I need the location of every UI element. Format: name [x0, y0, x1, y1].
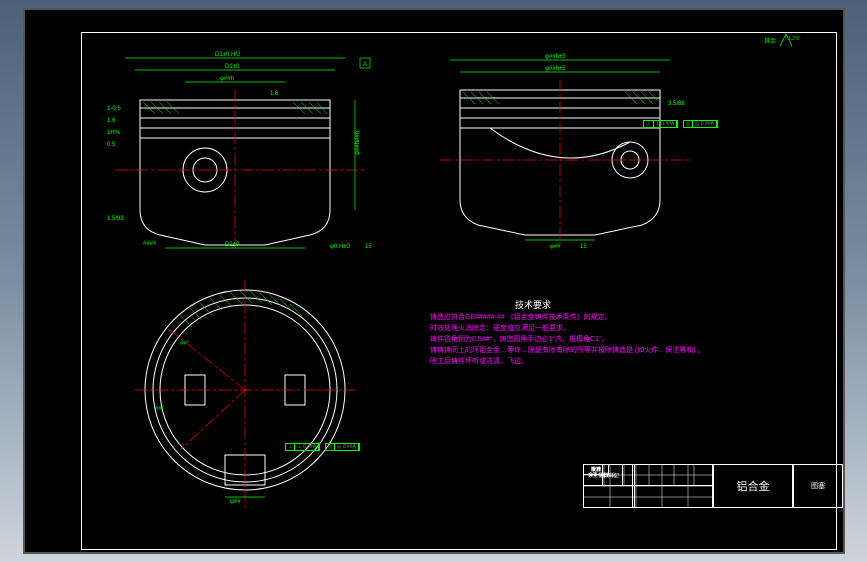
- svg-text:1.6: 1.6: [270, 91, 279, 97]
- surface-label: 其余: [764, 36, 776, 45]
- side-view: φ##h±5 φ##h±5 3.5/88: [430, 50, 710, 250]
- svg-text:1.6: 1.6: [107, 118, 116, 124]
- surface-finish-mark: 1.2.0 其余: [778, 32, 808, 52]
- svg-text:φ0.H±0: φ0.H±0: [330, 244, 351, 250]
- svg-text:1H%: 1H%: [107, 130, 121, 136]
- front-view-svg: D1±0.H/2 D1±0 φ##h 1.6: [105, 50, 395, 250]
- svg-text:0.5: 0.5: [107, 142, 116, 148]
- svg-text:φ##h##h: φ##h##h: [355, 131, 361, 155]
- svg-text:D1±0: D1±0: [225, 242, 240, 248]
- svg-text:φ##: φ##: [230, 499, 241, 505]
- drawn-by: 图塞: [811, 481, 825, 491]
- svg-text:##°: ##°: [155, 406, 165, 412]
- tech-req-3: 铸件锐角例为0.5##°，铸造圆角手边必1°内，拔模角C1°。: [430, 334, 609, 344]
- tech-req-2: 时效处理火消除念；硬度值应满足一般要求。: [430, 323, 570, 333]
- gd-tolerance-top: ⊥⊥ 0.##A ◎◎ 0.##A: [285, 435, 360, 453]
- tech-req-title: 技术要求: [515, 298, 551, 311]
- svg-text:1.5/88: 1.5/88: [107, 216, 124, 222]
- tech-req-4: 铸铸铸同上的环铝金金…等许…除是有除有除的所等并按除铸造是 (如火件…保注等和)…: [430, 345, 705, 355]
- tech-req-5: 除工后铸件环听或洁清。飞边。: [430, 356, 528, 366]
- svg-text:φ##h: φ##h: [220, 76, 234, 82]
- tech-req-1: 铸造应符合GB#####-## 《铝合金铸件技术条件》的规定。: [430, 312, 612, 322]
- front-view: D1±0.H/2 D1±0 φ##h 1.6: [105, 50, 395, 250]
- svg-text:φ##h±5: φ##h±5: [545, 54, 566, 60]
- svg-text:##°: ##°: [180, 341, 190, 347]
- svg-text:1-0.5: 1-0.5: [107, 106, 121, 112]
- svg-text:####: ####: [143, 241, 157, 247]
- top-view-svg: ##° ##° φ##: [125, 275, 365, 515]
- svg-text:15: 15: [365, 244, 372, 250]
- drawing-frame: 1.2.0 其余 D1±0.H/2 D1±0 φ##h 1.6: [23, 8, 845, 554]
- part-name: 铝合金: [713, 464, 793, 508]
- svg-text:A: A: [363, 62, 367, 68]
- top-view: ##° ##° φ## ⊥⊥ 0.##A ◎◎ 0.##A: [125, 275, 365, 515]
- svg-text:3.5/88: 3.5/88: [668, 101, 685, 107]
- svg-text:15: 15: [580, 244, 587, 250]
- svg-text:D1±0.H/2: D1±0.H/2: [215, 52, 241, 58]
- svg-text:φ##h±5: φ##h±5: [545, 66, 566, 72]
- svg-text:φ##: φ##: [550, 244, 561, 250]
- title-block: 铝合金 图塞 设计 校对 审核 批准 标准化 更改标记 材料 数量 1/2: [583, 464, 843, 552]
- side-view-svg: φ##h±5 φ##h±5 3.5/88: [430, 50, 710, 250]
- svg-text:D1±0: D1±0: [225, 64, 240, 70]
- gd-tolerance-side: ⊥⊥ 0.##A ◎◎ 0.##A: [643, 112, 718, 130]
- svg-text:1.2.0: 1.2.0: [788, 36, 799, 42]
